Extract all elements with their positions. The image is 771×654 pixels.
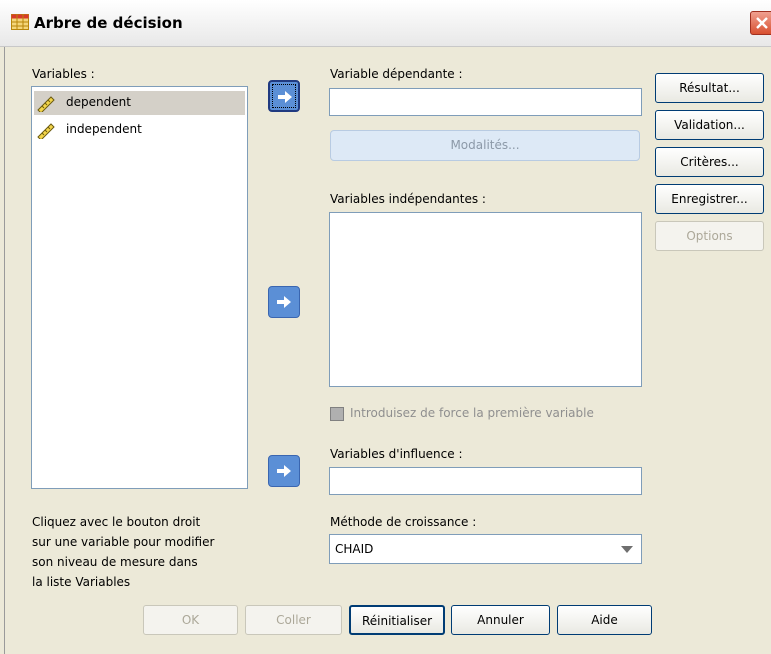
variables-label: Variables : (32, 67, 95, 81)
table-icon (11, 14, 29, 30)
categories-button[interactable]: Modalités... (330, 130, 640, 161)
force-first-label: Introduisez de force la première variabl… (350, 406, 594, 420)
independents-list[interactable] (329, 212, 642, 387)
influence-label: Variables d'influence : (330, 447, 463, 461)
scale-ruler-icon (36, 94, 56, 114)
arrow-right-icon (277, 465, 291, 477)
help-line: sur une variable pour modifier (32, 535, 215, 549)
help-text: Cliquez avec le bouton droit sur une var… (32, 512, 262, 592)
cancel-button[interactable]: Annuler (451, 605, 550, 635)
variable-name: independent (66, 122, 142, 136)
chevron-down-icon (621, 546, 633, 553)
growth-method-label: Méthode de croissance : (330, 515, 477, 529)
scale-ruler-icon (36, 121, 56, 141)
help-button[interactable]: Aide (557, 605, 652, 635)
save-button[interactable]: Enregistrer... (655, 184, 764, 214)
criteria-button[interactable]: Critères... (655, 147, 764, 177)
variables-list[interactable]: dependent independent (31, 86, 248, 489)
growth-method-value: CHAID (335, 542, 374, 556)
move-to-dependent-button[interactable] (268, 80, 300, 112)
help-line: Cliquez avec le bouton droit (32, 515, 201, 529)
help-line: la liste Variables (32, 575, 131, 589)
list-item[interactable]: independent (34, 118, 245, 142)
arrow-right-icon (277, 296, 291, 308)
ok-button[interactable]: OK (143, 605, 238, 635)
dependent-label: Variable dépendante : (330, 67, 463, 81)
close-button[interactable] (750, 11, 771, 35)
independents-label: Variables indépendantes : (330, 192, 486, 206)
validation-button[interactable]: Validation... (655, 110, 764, 140)
output-button[interactable]: Résultat... (655, 73, 764, 103)
move-to-influence-button[interactable] (268, 455, 300, 487)
influence-field[interactable] (329, 467, 642, 495)
help-line: son niveau de mesure dans (32, 555, 198, 569)
move-to-independents-button[interactable] (268, 286, 300, 318)
variable-name: dependent (66, 95, 131, 109)
reset-button[interactable]: Réinitialiser (349, 605, 445, 635)
window-title: Arbre de décision (34, 14, 183, 32)
list-item[interactable]: dependent (34, 91, 245, 115)
title-bar[interactable]: Arbre de décision (0, 0, 771, 47)
options-button[interactable]: Options (655, 221, 764, 251)
paste-button[interactable]: Coller (245, 605, 342, 635)
growth-method-select[interactable]: CHAID (329, 534, 642, 564)
arrow-right-icon (278, 91, 292, 103)
dependent-field[interactable] (329, 88, 642, 116)
close-icon (756, 17, 768, 29)
force-first-checkbox[interactable] (330, 407, 344, 421)
